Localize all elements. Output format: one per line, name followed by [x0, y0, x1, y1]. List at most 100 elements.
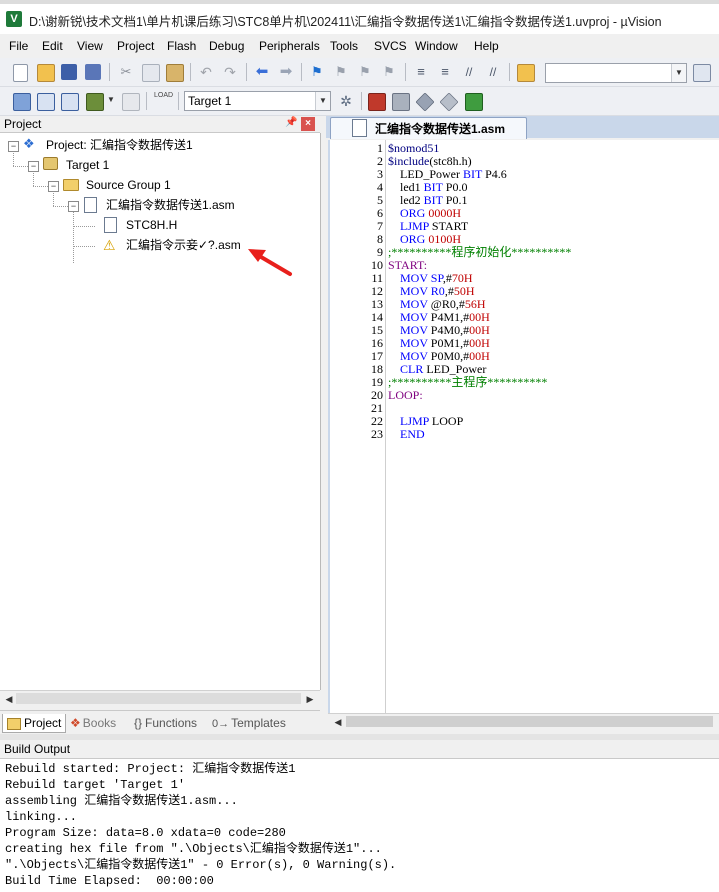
- build-output-line: Program Size: data=8.0 xdata=0 code=280: [5, 826, 286, 840]
- find-in-files-icon[interactable]: [517, 64, 535, 82]
- tree-item-include[interactable]: STC8H.H: [126, 216, 177, 234]
- stop-build-icon[interactable]: [122, 93, 140, 111]
- code-token: 0100H: [428, 232, 462, 246]
- tree-item-asm-file[interactable]: 汇编指令数据传送1.asm: [106, 196, 235, 214]
- menu-svcs[interactable]: SVCS: [374, 39, 407, 53]
- file-icon: [104, 217, 117, 233]
- annotation-arrow-icon: [248, 249, 292, 276]
- tree-connector: [33, 171, 34, 186]
- menu-peripherals[interactable]: Peripherals: [259, 39, 320, 53]
- open-folder-icon[interactable]: [37, 64, 55, 82]
- component-icon[interactable]: [465, 93, 483, 111]
- menu-edit[interactable]: Edit: [42, 39, 63, 53]
- project-panel-header: Project 📌: [0, 116, 320, 133]
- tab-books[interactable]: ❖ Books: [70, 714, 116, 732]
- tree-item-source-group[interactable]: Source Group 1: [86, 176, 171, 194]
- pin-icon[interactable]: 📌: [285, 117, 297, 131]
- project-tree: − ❖ Project: 汇编指令数据传送1 − Target 1 − Sour…: [0, 133, 321, 690]
- select-packs-icon[interactable]: [392, 93, 410, 111]
- tree-collapse-toggle[interactable]: −: [8, 141, 19, 152]
- code-token: BIT: [423, 193, 443, 207]
- menu-file[interactable]: File: [9, 39, 28, 53]
- uncomment-icon[interactable]: //: [485, 64, 501, 80]
- undo-icon[interactable]: ↶: [198, 64, 214, 80]
- tab-project[interactable]: Project: [2, 714, 67, 733]
- indent-icon[interactable]: ≡: [413, 64, 429, 80]
- code-token: 00H: [469, 323, 490, 337]
- menu-help[interactable]: Help: [474, 39, 499, 53]
- code-token: ,#: [442, 271, 452, 285]
- target-options-icon[interactable]: ✲: [338, 93, 354, 109]
- scroll-left-icon[interactable]: ◀: [3, 693, 15, 705]
- prev-bookmark-icon[interactable]: ⚑: [333, 64, 349, 80]
- navigate-forward-icon[interactable]: ➡: [278, 64, 294, 80]
- code-token: 50H: [453, 284, 475, 298]
- chevron-down-icon[interactable]: ▼: [107, 95, 115, 104]
- batch-build-icon[interactable]: [86, 93, 104, 111]
- code-line[interactable]: END: [388, 428, 425, 441]
- download-icon[interactable]: LOAD: [154, 91, 173, 111]
- editor-hscroll-thumb[interactable]: [346, 716, 713, 727]
- code-token: MOV: [400, 349, 428, 363]
- menu-debug[interactable]: Debug: [209, 39, 244, 53]
- chevron-down-icon[interactable]: ▼: [671, 64, 686, 82]
- window-title: D:\谢新锐\技术文档1\单片机课后练习\STC8单片机\202411\汇编指令…: [29, 15, 662, 29]
- manage-runtime-icon[interactable]: [415, 92, 435, 112]
- chevron-down-icon[interactable]: ▼: [315, 92, 330, 110]
- code-token: MOV: [400, 284, 428, 298]
- navigate-back-icon[interactable]: ⬅: [254, 64, 270, 80]
- tree-connector: [13, 166, 28, 167]
- menu-view[interactable]: View: [77, 39, 103, 53]
- rebuild-icon[interactable]: [61, 93, 79, 111]
- paste-icon[interactable]: [166, 64, 184, 82]
- new-file-icon[interactable]: [13, 64, 28, 82]
- build-icon[interactable]: [37, 93, 55, 111]
- tab-functions[interactable]: {} Functions: [134, 714, 197, 732]
- project-hscroll-thumb[interactable]: [16, 693, 301, 704]
- code-line[interactable]: LOOP:: [388, 389, 423, 402]
- comment-icon[interactable]: //: [461, 64, 477, 80]
- code-editor[interactable]: [328, 140, 719, 713]
- unindent-icon[interactable]: ≡: [437, 64, 453, 80]
- code-token: @R0,#: [427, 297, 465, 311]
- bookmark-icon[interactable]: ⚑: [309, 64, 325, 80]
- code-token: START:: [388, 258, 428, 272]
- target-select[interactable]: Target 1 ▼: [184, 91, 331, 111]
- scroll-right-icon[interactable]: ▶: [304, 693, 316, 705]
- tree-collapse-toggle[interactable]: −: [68, 201, 79, 212]
- cut-icon[interactable]: ✂: [118, 64, 134, 80]
- code-token: (stc8h.h): [429, 154, 472, 168]
- code-token: END: [400, 427, 425, 441]
- scroll-left-icon[interactable]: ◀: [332, 716, 344, 728]
- tree-item-missing-file[interactable]: 汇编指令示妾✓?.asm: [126, 236, 241, 254]
- tree-item-target[interactable]: Target 1: [66, 156, 109, 174]
- translate-icon[interactable]: [13, 93, 31, 111]
- manage-project-items-icon[interactable]: [368, 93, 386, 111]
- copy-icon[interactable]: [142, 64, 160, 82]
- menu-tools[interactable]: Tools: [330, 39, 358, 53]
- code-token: 0000H: [428, 206, 462, 220]
- clear-bookmarks-icon[interactable]: ⚑: [381, 64, 397, 80]
- redo-icon[interactable]: ↷: [222, 64, 238, 80]
- tree-collapse-toggle[interactable]: −: [48, 181, 59, 192]
- tree-item-project[interactable]: Project: 汇编指令数据传送1: [46, 136, 193, 154]
- code-token: LED_Power: [423, 362, 487, 376]
- close-icon[interactable]: ×: [301, 117, 315, 131]
- code-token: BIT: [463, 167, 483, 181]
- pack-installer-icon[interactable]: [439, 92, 459, 112]
- tree-collapse-toggle[interactable]: −: [28, 161, 39, 172]
- save-all-icon[interactable]: [85, 64, 101, 80]
- menu-window[interactable]: Window: [415, 39, 458, 53]
- tree-connector: [53, 206, 68, 207]
- next-bookmark-icon[interactable]: ⚑: [357, 64, 373, 80]
- find-icon[interactable]: [693, 64, 711, 82]
- menu-flash[interactable]: Flash: [167, 39, 196, 53]
- find-combo[interactable]: ▼: [545, 63, 687, 83]
- save-icon[interactable]: [61, 64, 77, 80]
- toolbar-separator: [190, 63, 191, 81]
- menu-project[interactable]: Project: [117, 39, 154, 53]
- tab-templates[interactable]: 0→ Templates: [212, 714, 286, 732]
